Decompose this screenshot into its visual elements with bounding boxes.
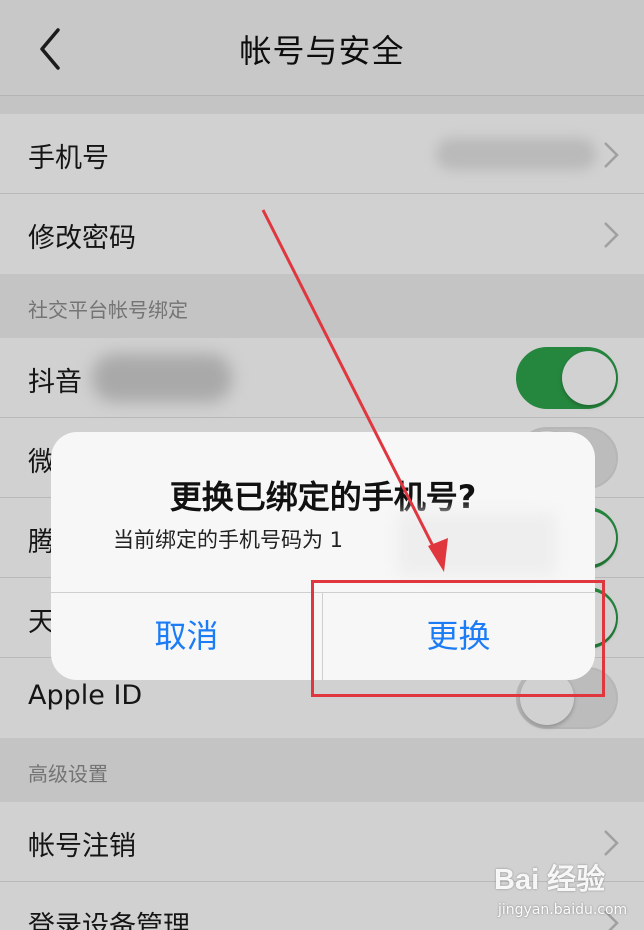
annotation-highlight-box <box>311 580 605 697</box>
phone-number-blurred <box>397 512 557 576</box>
watermark-url: jingyan.baidu.com <box>498 902 628 918</box>
dialog-message: 当前绑定的手机号码为 1 <box>113 528 344 552</box>
baidu-watermark: Bai 经验 jingyan.baidu.com <box>494 856 644 930</box>
watermark-logo: Bai 经验 <box>494 864 606 896</box>
cancel-button[interactable]: 取消 <box>51 593 322 680</box>
